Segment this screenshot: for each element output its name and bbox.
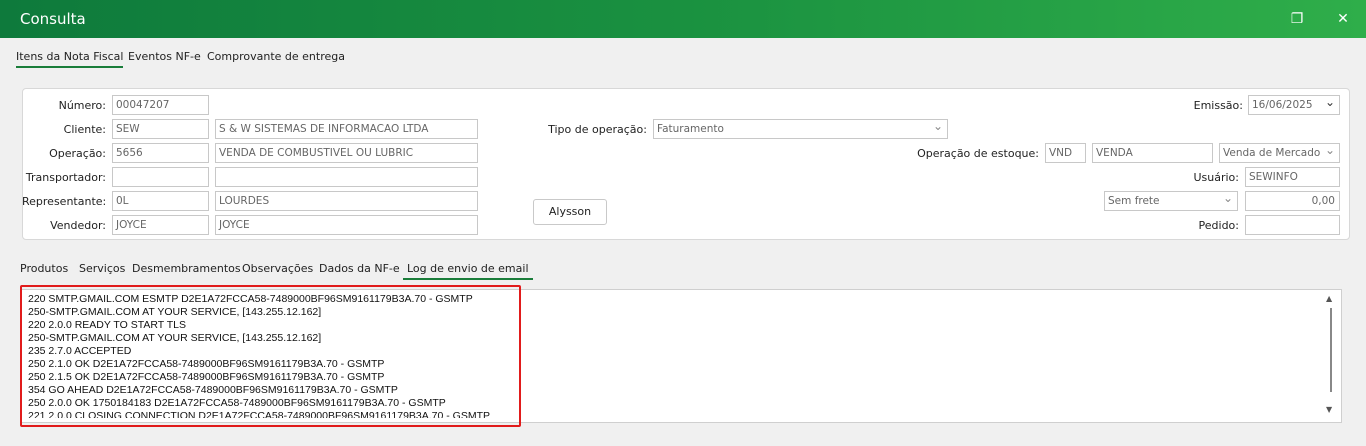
transportador-name-field[interactable] xyxy=(215,167,478,187)
pedido-field[interactable] xyxy=(1245,215,1340,235)
cliente-name-field[interactable]: S & W SISTEMAS DE INFORMACAO LTDA xyxy=(215,119,478,139)
tab-comprovante-de-entrega[interactable]: Comprovante de entrega xyxy=(207,50,345,63)
estoque-code-field[interactable]: VND xyxy=(1045,143,1086,163)
tipo-operacao-select[interactable]: Faturamento xyxy=(653,119,948,139)
estoque-name-field[interactable]: VENDA xyxy=(1092,143,1213,163)
emissao-date-picker[interactable]: 16/06/2025 xyxy=(1248,95,1340,115)
pedido-label: Pedido: xyxy=(1198,219,1239,232)
tab-eventos-nfe[interactable]: Eventos NF-e xyxy=(128,50,201,63)
log-line: 250 2.1.0 OK D2E1A72FCCA58-7489000BF96SM… xyxy=(28,358,385,370)
representante-code-field[interactable]: 0L xyxy=(112,191,209,211)
usuario-label: Usuário: xyxy=(1193,171,1239,184)
log-line: 250-SMTP.GMAIL.COM AT YOUR SERVICE, [143… xyxy=(28,306,322,318)
transportador-code-field[interactable] xyxy=(112,167,209,187)
log-line: 220 2.0.0 READY TO START TLS xyxy=(28,319,186,331)
log-line: 250 2.0.0 OK 1750184183 D2E1A72FCCA58-74… xyxy=(28,397,446,409)
operacao-code-field[interactable]: 5656 xyxy=(112,143,209,163)
tab-itens-da-nota-fiscal[interactable]: Itens da Nota Fiscal xyxy=(16,50,124,68)
usuario-field[interactable]: SEWINFO xyxy=(1245,167,1340,187)
tab-servicos[interactable]: Serviços xyxy=(79,262,125,275)
representante-label: Representante: xyxy=(22,195,107,208)
email-log-lines: 220 SMTP.GMAIL.COM ESMTP D2E1A72FCCA58-7… xyxy=(28,293,490,418)
close-icon[interactable]: ✕ xyxy=(1332,8,1354,30)
numero-label: Número: xyxy=(58,99,106,112)
email-log-textarea[interactable]: 220 SMTP.GMAIL.COM ESMTP D2E1A72FCCA58-7… xyxy=(20,289,1342,423)
tab-dados-da-nfe[interactable]: Dados da NF-e xyxy=(319,262,400,275)
operacao-label: Operação: xyxy=(49,147,106,160)
tipo-operacao-label: Tipo de operação: xyxy=(548,123,647,136)
log-line: 220 SMTP.GMAIL.COM ESMTP D2E1A72FCCA58-7… xyxy=(28,293,473,305)
emissao-label: Emissão: xyxy=(1193,99,1243,112)
estoque-tipo-select[interactable]: Venda de Mercado xyxy=(1219,143,1340,163)
log-line: 250-SMTP.GMAIL.COM AT YOUR SERVICE, [143… xyxy=(28,332,322,344)
log-line: 221 2.0.0 CLOSING CONNECTION D2E1A72FCCA… xyxy=(28,410,491,418)
log-line: 235 2.7.0 ACCEPTED xyxy=(28,345,132,357)
scrollbar-thumb[interactable] xyxy=(1330,308,1332,392)
log-line: 354 GO AHEAD D2E1A72FCCA58-7489000BF96SM… xyxy=(28,384,398,396)
frete-valor-field[interactable]: 0,00 xyxy=(1245,191,1340,211)
frete-select[interactable]: Sem frete xyxy=(1104,191,1238,211)
cliente-label: Cliente: xyxy=(63,123,106,136)
title-bar: Consulta ❐ ✕ xyxy=(0,0,1366,38)
transportador-label: Transportador: xyxy=(25,171,106,184)
restore-icon[interactable]: ❐ xyxy=(1286,8,1308,30)
alysson-button[interactable]: Alysson xyxy=(533,199,607,225)
tab-observacoes[interactable]: Observações xyxy=(242,262,313,275)
log-line: 250 2.1.5 OK D2E1A72FCCA58-7489000BF96SM… xyxy=(28,371,385,383)
operacao-name-field[interactable]: VENDA DE COMBUSTIVEL OU LUBRIC xyxy=(215,143,478,163)
tab-produtos[interactable]: Produtos xyxy=(20,262,68,275)
scroll-up-icon[interactable]: ▲ xyxy=(1326,294,1332,303)
operacao-estoque-label: Operação de estoque: xyxy=(917,147,1039,160)
numero-field[interactable]: 00047207 xyxy=(112,95,209,115)
tab-log-de-envio-de-email[interactable]: Log de envio de email xyxy=(403,262,533,280)
cliente-code-field[interactable]: SEW xyxy=(112,119,209,139)
tab-desmembramentos[interactable]: Desmembramentos xyxy=(132,262,241,275)
vendedor-label: Vendedor: xyxy=(50,219,106,232)
window-title: Consulta xyxy=(20,10,86,28)
representante-name-field[interactable]: LOURDES xyxy=(215,191,478,211)
vendedor-name-field[interactable]: JOYCE xyxy=(215,215,478,235)
vendedor-code-field[interactable]: JOYCE xyxy=(112,215,209,235)
scroll-down-icon[interactable]: ▼ xyxy=(1326,405,1332,414)
